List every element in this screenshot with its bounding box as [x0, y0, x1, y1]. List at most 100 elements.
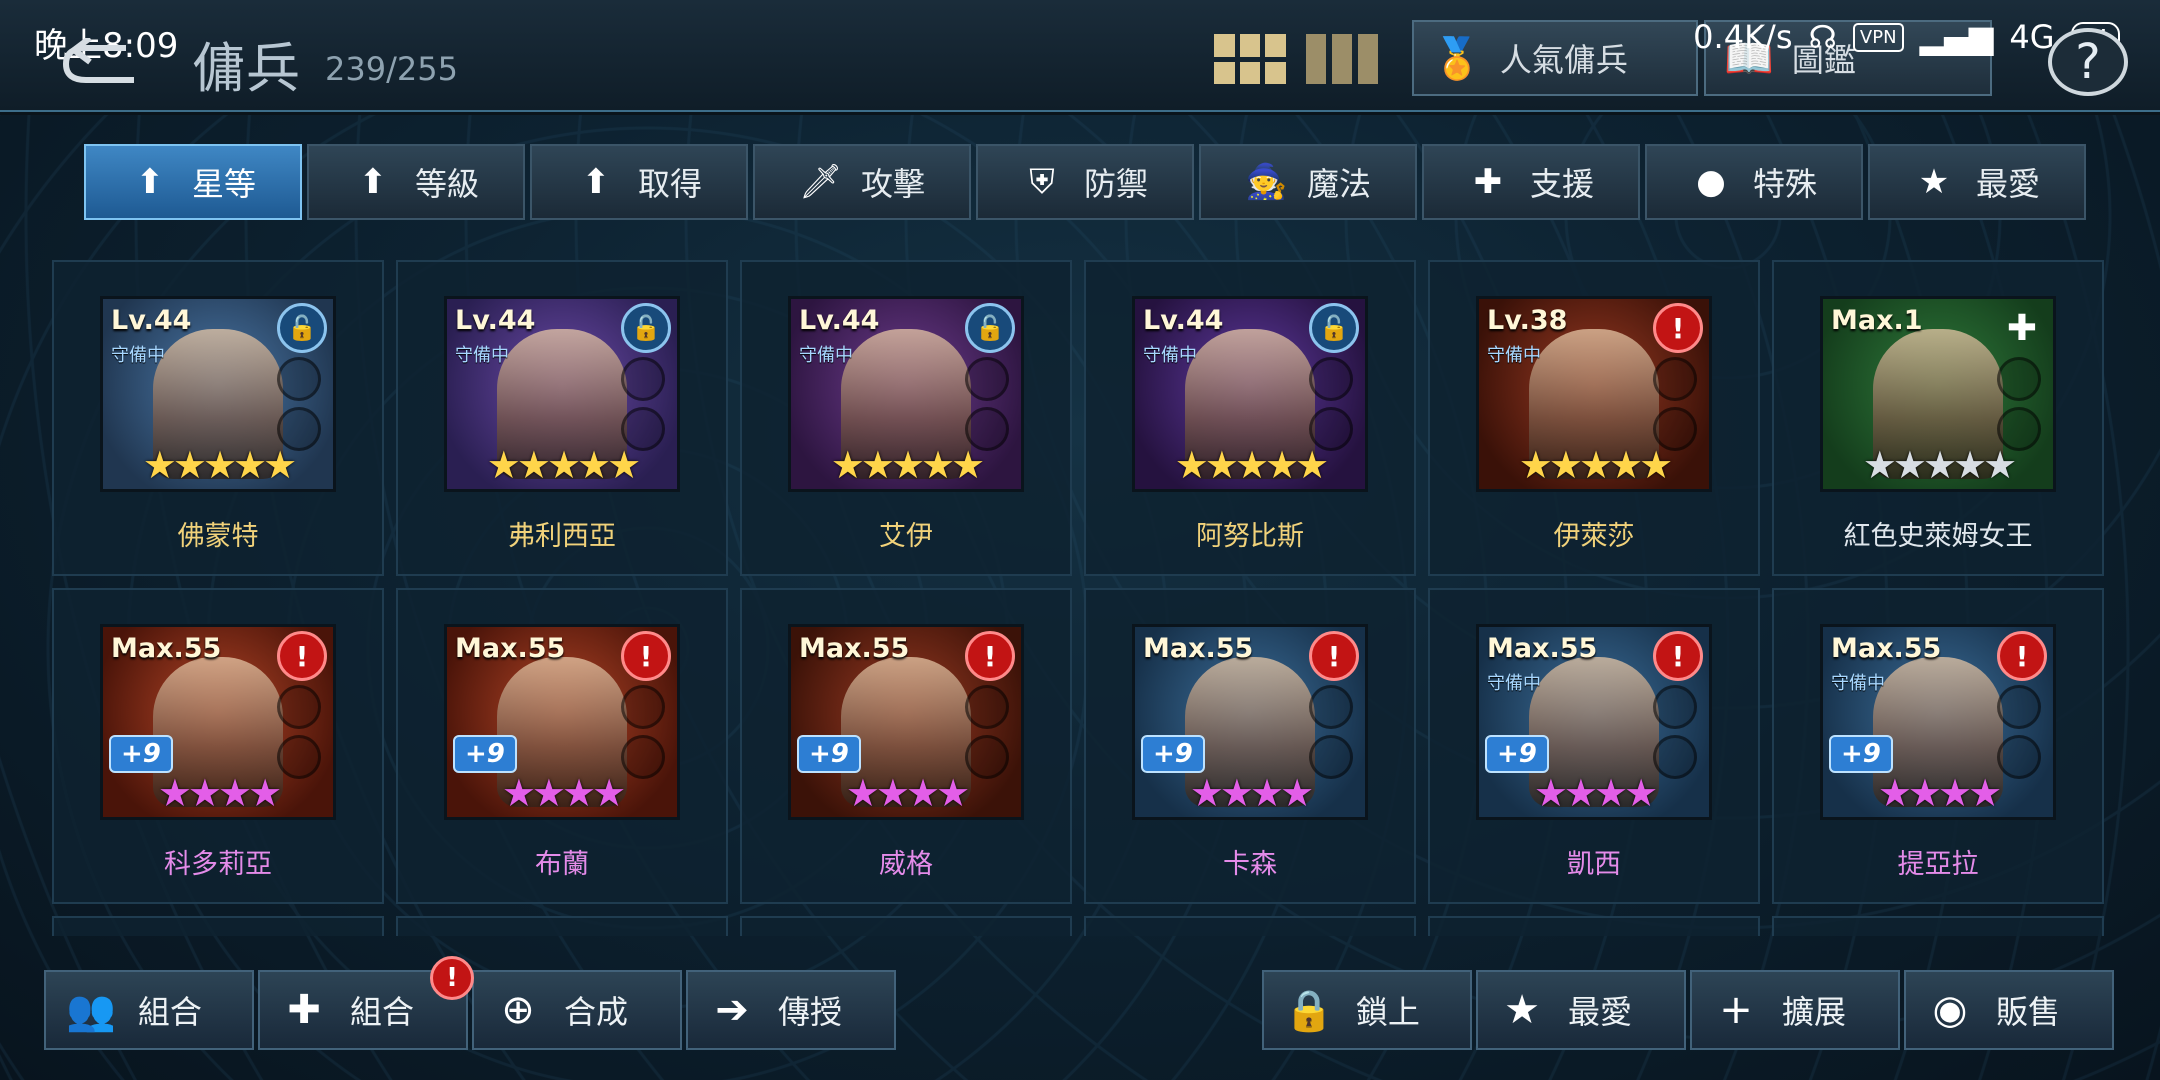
star-icon: ★ [1295, 443, 1329, 487]
mercenary-card[interactable]: Max.55! +9 ★★★★ 威格 [740, 588, 1072, 904]
alert-icon: ! [1997, 631, 2047, 681]
lock-icon: 🔓 [621, 303, 671, 353]
star-icon: ★ [263, 443, 297, 487]
list-view-icon[interactable] [1306, 34, 1378, 84]
action-button[interactable]: ➔ 傳授 [686, 970, 896, 1050]
equipment-slot [1653, 357, 1697, 401]
enhance-badge: +9 [109, 735, 173, 773]
lock-icon: 🔒 [1284, 987, 1334, 1034]
mercenary-card-partial [52, 916, 384, 936]
star-icon: ★ [607, 443, 641, 487]
sort-label: 支援 [1529, 165, 1594, 203]
signal-icon: ▂▄▆ [1919, 18, 1994, 56]
star-icon: ★ [1639, 443, 1673, 487]
level-label: Max.55 [1143, 633, 1254, 664]
enhance-badge: +9 [1829, 735, 1893, 773]
star-icon: ★ [1204, 443, 1239, 487]
action-label: 組合 [137, 993, 202, 1031]
puzzle-icon: ✚ [287, 987, 321, 1033]
star-icon: ★ [1877, 771, 1912, 815]
sort-label: 防禦 [1083, 165, 1148, 203]
star-rating: ★★★★ [447, 771, 677, 815]
mercenary-grid: Lv.44 守備中 🔓 ★★★★★ 佛蒙特 Lv.44 守備中 🔓 ★★★★★ 弗利西亞 Lv.44… [52, 260, 2104, 936]
action-button[interactable]: ★ 最愛 [1476, 970, 1686, 1050]
star-rating: ★★★★★ [103, 443, 333, 487]
star-icon: ★ [142, 443, 177, 487]
transfer-icon: ➔ [715, 987, 749, 1033]
mercenary-card[interactable]: Max.55 守備中! +9 ★★★★ 提亞拉 [1772, 588, 2104, 904]
star-rating: ★★★★ [1823, 771, 2053, 815]
level-label: Max.55 [455, 633, 566, 664]
star-rating: ★★★★★ [447, 443, 677, 487]
alert-icon: ! [621, 631, 671, 681]
sort-button[interactable]: ⬆ 等級 [307, 144, 525, 220]
star-icon: ★ [1609, 443, 1643, 487]
star-icon: ★ [577, 443, 611, 487]
equipment-slot [1997, 685, 2041, 729]
back-icon[interactable] [56, 38, 146, 88]
mercenary-card[interactable]: Lv.44 守備中 🔓 ★★★★★ 艾伊 [740, 260, 1072, 576]
mercenary-card[interactable]: Lv.44 守備中 🔓 ★★★★★ 佛蒙特 [52, 260, 384, 576]
top-bar: 晚上8:09 傭兵 239/255 🏅 人氣傭兵 📖 圖鑑 0.4K/s ☊ V… [0, 0, 2160, 112]
enhance-badge: +9 [1485, 735, 1549, 773]
mercenary-name: 伊萊莎 [1553, 521, 1635, 552]
sort-button[interactable]: ⬆ 星等 [84, 144, 302, 220]
mercenary-card[interactable]: Max.55! +9 ★★★★ 布蘭 [396, 588, 728, 904]
mercenary-card-partial [396, 916, 728, 936]
sword-icon: 🗡 [798, 162, 843, 202]
sort-button[interactable]: ● 特殊 [1645, 144, 1863, 220]
action-button[interactable]: 🔒 鎖上 [1262, 970, 1472, 1050]
page-title: 傭兵 [192, 37, 300, 100]
enhance-badge: +9 [797, 735, 861, 773]
mercenary-card[interactable]: Max.1 ✚ ★★★★★ 紅色史萊姆女王 [1772, 260, 2104, 576]
mercenary-card[interactable]: Lv.44 守備中 🔓 ★★★★★ 阿努比斯 [1084, 260, 1416, 576]
grid-view-icon[interactable] [1214, 34, 1286, 84]
help-button[interactable]: ? [2048, 28, 2128, 96]
star-icon: ★ [1189, 771, 1224, 815]
sort-label: 攻擊 [860, 165, 925, 203]
sort-button[interactable]: ✚ 支援 [1422, 144, 1640, 220]
action-label: 傳授 [778, 993, 843, 1031]
sort-button[interactable]: ⛨ 防禦 [976, 144, 1194, 220]
sort-label: 星等 [191, 165, 256, 203]
mercenary-card[interactable]: Lv.38 守備中! ★★★★★ 伊萊莎 [1428, 260, 1760, 576]
witch-hat-icon: 🧙 [1244, 162, 1288, 202]
tab-popular-mercenaries[interactable]: 🏅 人氣傭兵 [1412, 20, 1698, 96]
sort-label: 最愛 [1975, 165, 2040, 203]
mercenary-portrait: Max.55 守備中! +9 ★★★★ [1820, 624, 2056, 820]
action-label: 合成 [564, 993, 629, 1031]
sort-button[interactable]: 🗡 攻擊 [753, 144, 971, 220]
star-icon: ★ [157, 771, 192, 815]
sort-button[interactable]: 🧙 魔法 [1199, 144, 1417, 220]
level-label: Lv.44 [799, 305, 880, 336]
sort-bar: ⬆ 星等 ⬆ 等級 ⬆ 取得 🗡 攻擊 ⛨ 防禦 🧙 魔法 ✚ 支援 ● 特殊 ★ 最愛 [84, 144, 2086, 220]
equipment-slot [1309, 357, 1353, 401]
equipment-slot [1653, 685, 1697, 729]
star-icon: ★ [1234, 443, 1269, 487]
mercenary-portrait: Lv.44 守備中 🔓 ★★★★★ [100, 296, 336, 492]
star-icon: ★ [1518, 443, 1553, 487]
action-button[interactable]: 👥 組合 [44, 970, 254, 1050]
star-icon: ★ [531, 771, 566, 815]
sort-button[interactable]: ★ 最愛 [1868, 144, 2086, 220]
mercenary-card[interactable]: Lv.44 守備中 🔓 ★★★★★ 弗利西亞 [396, 260, 728, 576]
star-icon: ★ [218, 771, 252, 815]
alert-icon: ! [277, 631, 327, 681]
shield-icon: ⛨ [1029, 162, 1055, 202]
sort-label: 取得 [637, 165, 702, 203]
star-icon: ★ [592, 771, 626, 815]
sort-button[interactable]: ⬆ 取得 [530, 144, 748, 220]
mercenary-card[interactable]: Max.55! +9 ★★★★ 卡森 [1084, 588, 1416, 904]
sort-label: 等級 [414, 165, 479, 203]
mercenary-card[interactable]: Max.55! +9 ★★★★ 科多莉亞 [52, 588, 384, 904]
action-button[interactable]: ◉ 販售 [1904, 970, 2114, 1050]
level-label: Max.55 [799, 633, 910, 664]
mercenary-card[interactable]: Max.55 守備中! +9 ★★★★ 凱西 [1428, 588, 1760, 904]
mercenary-name: 卡森 [1223, 849, 1277, 880]
star-icon: ★ [1504, 987, 1540, 1033]
star-icon: ★ [1918, 162, 1950, 202]
star-rating: ★★★★★ [791, 443, 1021, 487]
action-button[interactable]: + 擴展 [1690, 970, 1900, 1050]
star-rating: ★★★★★ [1823, 443, 2053, 487]
action-button[interactable]: ⊕ 合成 [472, 970, 682, 1050]
